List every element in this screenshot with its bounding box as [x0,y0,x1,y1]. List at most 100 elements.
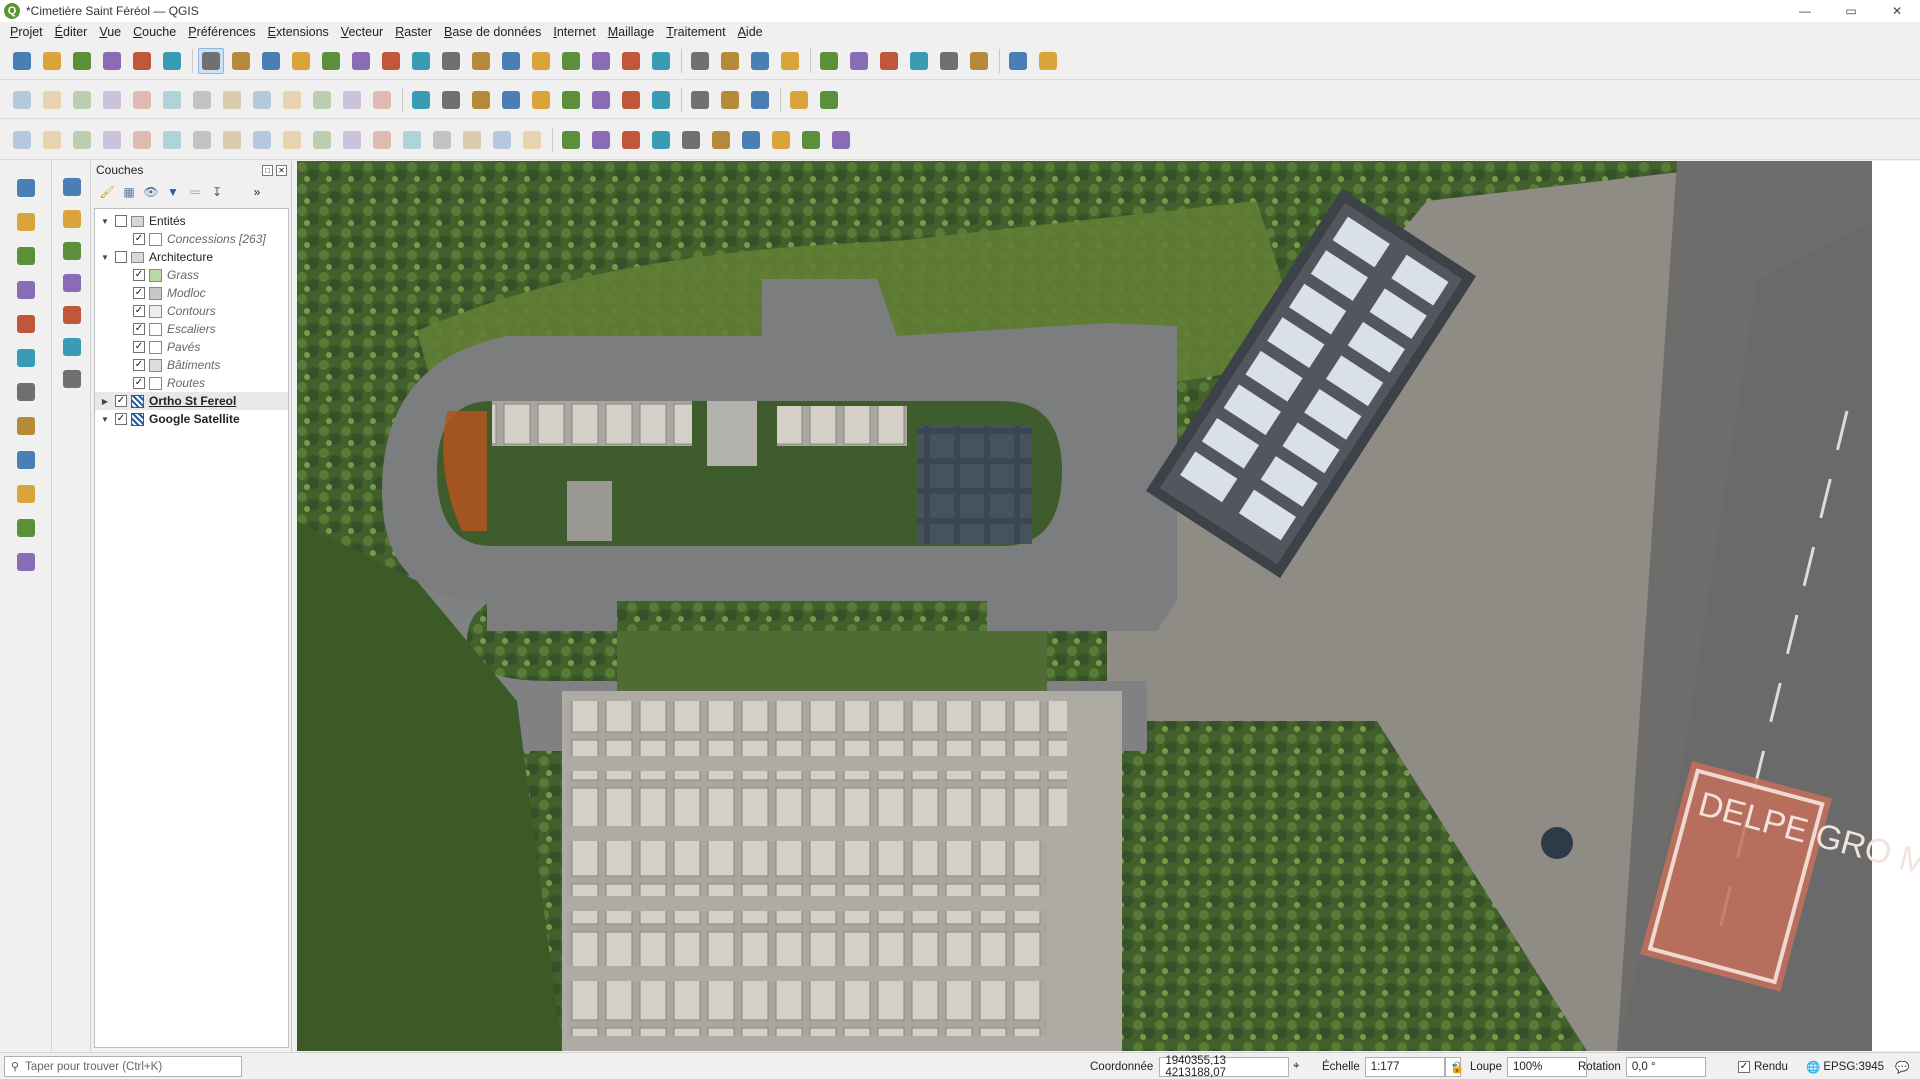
close-icon[interactable]: ✕ [1874,0,1920,22]
delete-selected-icon[interactable] [219,87,245,113]
trim-extend-icon[interactable] [519,127,545,153]
increase-gamma-icon[interactable] [798,127,824,153]
filter-expression-icon[interactable]: ≔ [186,183,204,201]
new-shapefile-icon[interactable] [59,238,85,264]
measure-icon[interactable] [966,48,992,74]
statistics-icon[interactable] [906,48,932,74]
select-by-value-icon[interactable] [717,48,743,74]
raster-local-icon[interactable] [648,127,674,153]
lock-scale-icon[interactable]: 🔒 [1450,1056,1464,1077]
increase-contrast-icon[interactable] [738,127,764,153]
layer-row[interactable]: ✓ Contours [95,302,288,320]
maximize-icon[interactable]: ▭ [1828,0,1874,22]
new-geopackage-icon[interactable] [59,206,85,232]
select-features-icon[interactable] [687,48,713,74]
help-icon[interactable] [816,87,842,113]
add-wms-icon[interactable] [13,413,39,439]
menu-item[interactable]: Maillage [602,25,661,39]
layer-row[interactable]: ✓ Concessions [263] [95,230,288,248]
layer-visibility-checkbox[interactable]: ✓ [133,287,145,299]
label-toolbar-icon[interactable] [408,87,434,113]
print-layout-icon[interactable] [129,48,155,74]
add-xyz-icon[interactable] [59,334,85,360]
menu-item[interactable]: Vue [93,25,127,39]
rotate-symbol-icon[interactable] [459,127,485,153]
add-wfs-icon[interactable] [13,447,39,473]
deselect-icon[interactable] [747,48,773,74]
zoom-next-icon[interactable] [468,48,494,74]
fill-ring-icon[interactable] [189,127,215,153]
new-project-icon[interactable] [9,48,35,74]
layer-row[interactable]: ▼ Architecture [95,248,288,266]
chevron-down-icon[interactable]: ▼ [99,217,111,226]
menu-item[interactable]: Base de données [438,25,547,39]
new-3d-view-icon[interactable] [528,48,554,74]
chevron-down-icon[interactable]: ▼ [99,253,111,262]
menu-item[interactable]: Extensions [262,25,335,39]
identify-icon[interactable] [816,48,842,74]
zoom-in-icon[interactable] [258,48,284,74]
add-raster-icon[interactable] [13,209,39,235]
layer-row[interactable]: ✓ Pavés [95,338,288,356]
zoom-last-icon[interactable] [438,48,464,74]
layer-visibility-checkbox[interactable]: ✓ [133,323,145,335]
minimize-icon[interactable]: — [1782,0,1828,22]
render-toggle[interactable]: ✓ Rendu [1738,1056,1788,1077]
layer-visibility-checkbox[interactable]: ✓ [133,233,145,245]
layer-row[interactable]: ▼ Entités [95,212,288,230]
add-wcs-icon[interactable] [13,481,39,507]
layer-visibility-checkbox[interactable]: ✓ [133,305,145,317]
layer-row[interactable]: ✓ Escaliers [95,320,288,338]
layer-row[interactable]: ▶ ✓ Ortho St Fereol [95,392,288,410]
advanced-digitizing-icon[interactable] [9,127,35,153]
add-spatialite-icon[interactable] [13,311,39,337]
pan-to-selection-icon[interactable] [228,48,254,74]
save-edits-icon[interactable] [69,87,95,113]
menu-item[interactable]: Projet [4,25,49,39]
layer-visibility-checkbox[interactable] [115,215,127,227]
chevron-down-icon[interactable]: ▼ [99,415,111,424]
wms-icon[interactable] [717,87,743,113]
pan-icon[interactable] [198,48,224,74]
add-feature-icon[interactable] [129,87,155,113]
annotation-icon[interactable] [1035,48,1061,74]
create-layer-icon[interactable] [13,549,39,575]
menu-item[interactable]: Internet [547,25,601,39]
new-vector-layer-icon[interactable] [13,175,39,201]
rotate-label-icon[interactable] [588,87,614,113]
magnifier-field[interactable]: 100% [1506,1056,1587,1077]
field-calculator-icon[interactable] [936,48,962,74]
label-props-icon[interactable] [648,87,674,113]
layer-row[interactable]: ✓ Routes [95,374,288,392]
filter-legend-icon[interactable]: ▼ [164,183,182,201]
split-features-icon[interactable] [339,127,365,153]
extents-toggle-icon[interactable]: ⌖ [1293,1056,1299,1077]
attribute-table-icon[interactable] [846,48,872,74]
layer-visibility-checkbox[interactable]: ✓ [115,413,127,425]
save-project-icon[interactable] [69,48,95,74]
chevron-right-icon[interactable]: ▶ [99,397,111,406]
rotation-field[interactable]: 0,0 ° [1625,1056,1706,1077]
change-label-icon[interactable] [618,87,644,113]
menu-item[interactable]: Traitement [660,25,731,39]
show-bookmarks-icon[interactable] [588,48,614,74]
menu-item[interactable]: Aide [732,25,769,39]
scale-field[interactable]: 1:177 [1364,1056,1445,1077]
new-spatialite-icon[interactable] [59,270,85,296]
merge-features-icon[interactable] [399,127,425,153]
raster-stretch-icon[interactable] [558,127,584,153]
expand-all-icon[interactable]: ↧ [208,183,226,201]
digitize-icon[interactable] [99,87,125,113]
layer-visibility-checkbox[interactable]: ✓ [133,377,145,389]
add-vector-tile-icon[interactable] [59,366,85,392]
layer-row[interactable]: ✓ Grass [95,266,288,284]
increase-brightness-icon[interactable] [678,127,704,153]
new-temp-layer-icon[interactable] [59,302,85,328]
layer-row[interactable]: ✓ Modloc [95,284,288,302]
select-location-icon[interactable] [777,48,803,74]
decrease-gamma-icon[interactable] [828,127,854,153]
layer-visibility-checkbox[interactable] [115,251,127,263]
crs-button[interactable]: 🌐 EPSG:3945 [1806,1056,1884,1077]
zoom-out-icon[interactable] [288,48,314,74]
raster-histogram-icon[interactable] [588,127,614,153]
